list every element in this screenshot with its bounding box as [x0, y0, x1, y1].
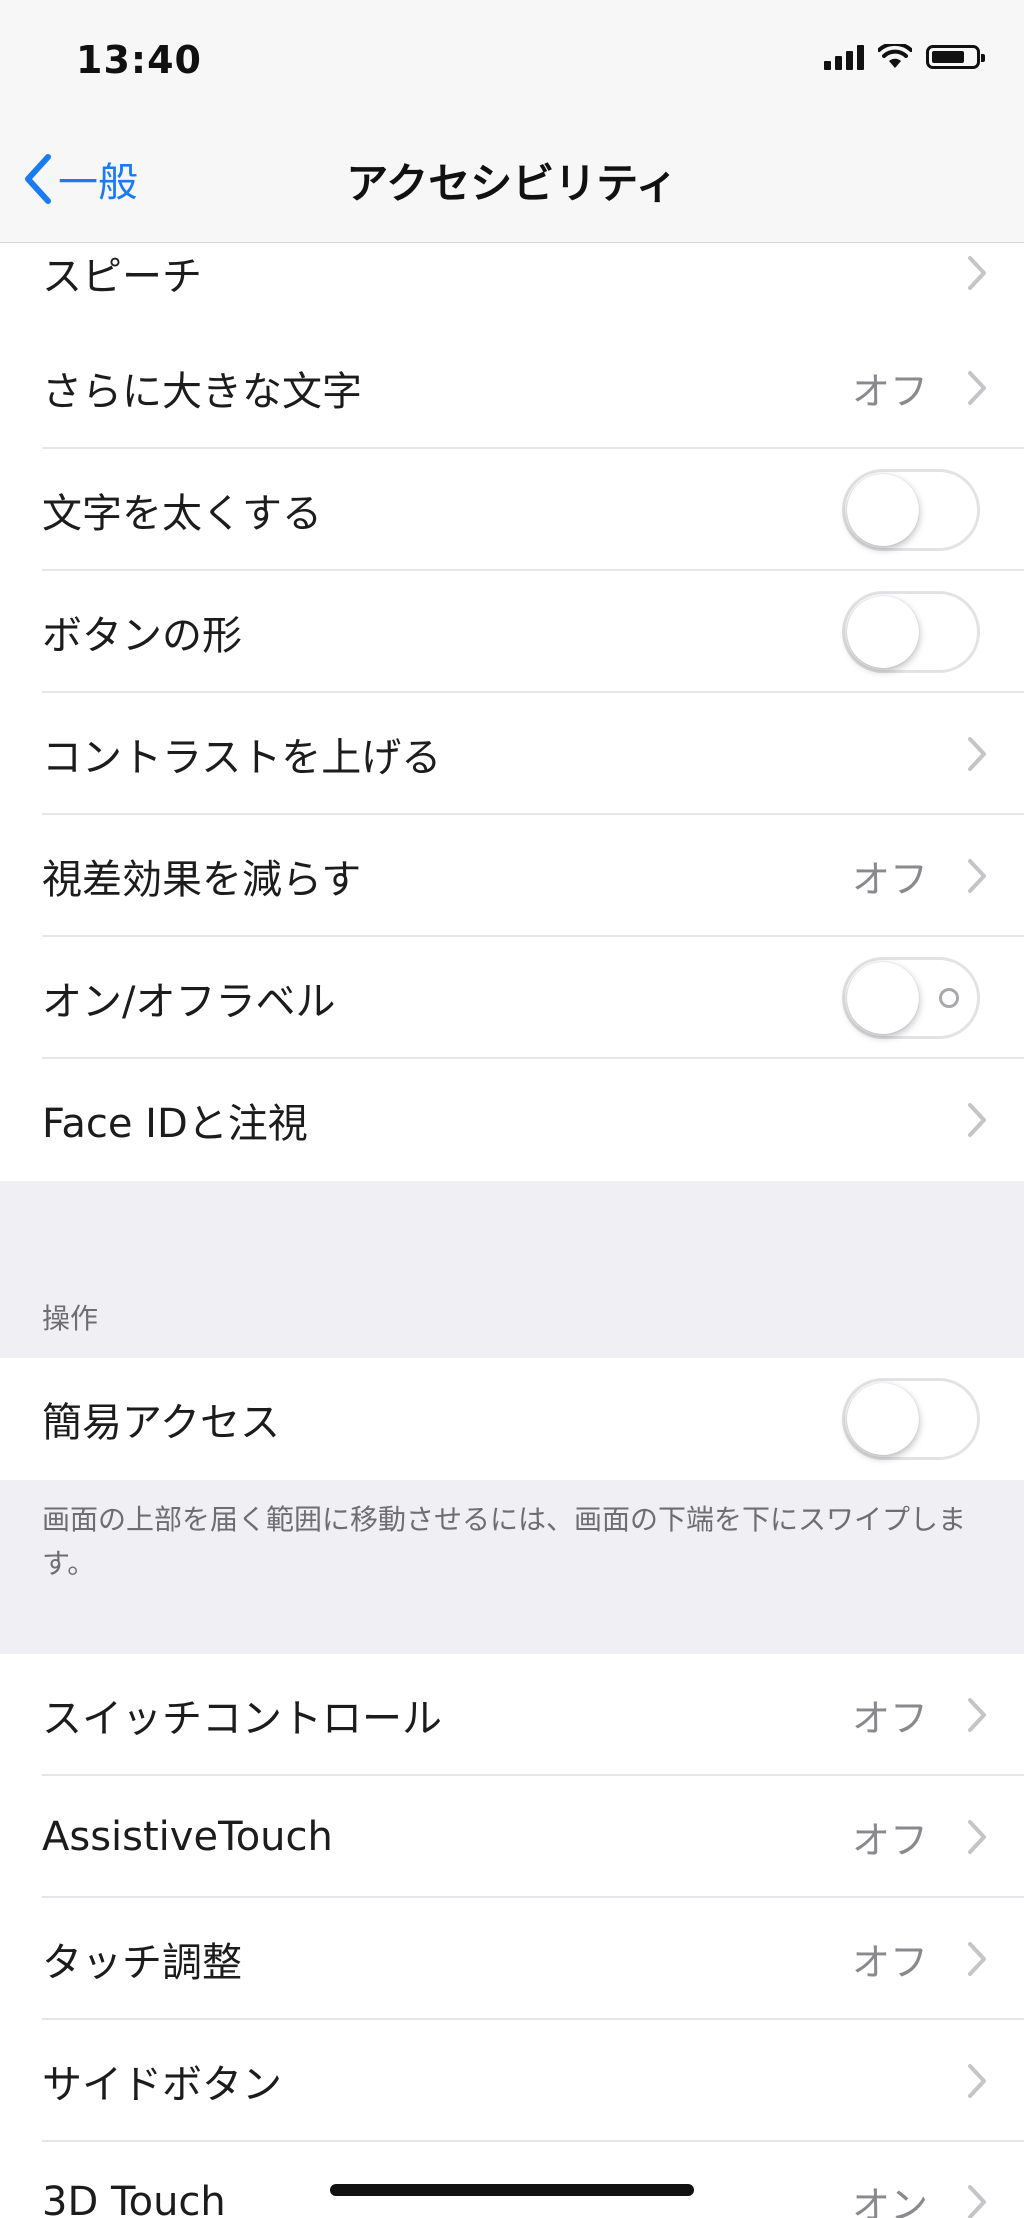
row-value: オフ — [851, 1696, 928, 1741]
row-increase-contrast[interactable]: コントラストを上げる — [0, 693, 1024, 815]
status-icons — [824, 44, 985, 70]
row-touch-accommodations[interactable]: タッチ調整 オフ — [0, 1898, 1024, 2020]
row-label: さらに大きな文字 — [42, 369, 362, 415]
chevron-right-icon — [968, 1820, 986, 1854]
row-side-button[interactable]: サイドボタン — [0, 2020, 1024, 2142]
row-assistivetouch[interactable]: AssistiveTouch オフ — [0, 1776, 1024, 1898]
row-label: タッチ調整 — [42, 1940, 242, 1986]
section-header-interaction: 操作 — [42, 1302, 99, 1335]
row-value: オフ — [851, 369, 928, 414]
chevron-right-icon — [968, 371, 986, 405]
on-off-labels-toggle[interactable] — [842, 957, 980, 1039]
row-label: スイッチコントロール — [42, 1696, 442, 1742]
chevron-right-icon — [968, 1103, 986, 1137]
row-label: 文字を太くする — [42, 491, 322, 537]
status-time: 13:40 — [76, 38, 202, 82]
cellular-signal-icon — [824, 44, 864, 70]
reachability-footer-note: 画面の上部を届く範囲に移動させるには、画面の下端を下にスワイプします。 — [42, 1503, 967, 1580]
section-gap — [0, 1181, 1024, 1358]
off-label-icon — [939, 988, 959, 1008]
row-reduce-motion[interactable]: 視差効果を減らす オフ — [0, 815, 1024, 937]
battery-icon — [926, 45, 985, 69]
chevron-right-icon — [968, 2064, 986, 2098]
row-label: 3D Touch — [42, 2179, 226, 2218]
bold-text-toggle[interactable] — [842, 469, 980, 551]
chevron-right-icon — [968, 256, 986, 290]
row-bold-text: 文字を太くする — [0, 449, 1024, 571]
row-label: コントラストを上げる — [42, 735, 442, 781]
chevron-right-icon — [968, 859, 986, 893]
row-reachability: 簡易アクセス — [0, 1358, 1024, 1480]
row-label: スピーチ — [42, 254, 202, 300]
row-button-shapes: ボタンの形 — [0, 571, 1024, 693]
row-label: ボタンの形 — [42, 613, 242, 659]
row-3d-touch[interactable]: 3D Touch オン — [0, 2142, 1024, 2218]
row-value: オフ — [851, 1940, 928, 1985]
page-title: アクセシビリティ — [346, 159, 678, 208]
row-value: オフ — [851, 1818, 928, 1863]
button-shapes-toggle[interactable] — [842, 591, 980, 673]
row-label: 簡易アクセス — [42, 1400, 280, 1446]
row-label: サイドボタン — [42, 2062, 282, 2108]
chevron-right-icon — [968, 1942, 986, 1976]
home-indicator[interactable] — [330, 2184, 694, 2196]
row-larger-text[interactable]: さらに大きな文字 オフ — [0, 327, 1024, 449]
row-face-id-attention[interactable]: Face IDと注視 — [0, 1059, 1024, 1181]
navigation-header: 13:40 一般 アクセシビリティ — [0, 0, 1024, 243]
chevron-right-icon — [968, 2185, 986, 2218]
wifi-icon — [878, 44, 912, 68]
chevron-right-icon — [968, 737, 986, 771]
reachability-toggle[interactable] — [842, 1378, 980, 1460]
row-label: AssistiveTouch — [42, 1814, 333, 1860]
row-label: Face IDと注視 — [42, 1101, 308, 1147]
row-label: 視差効果を減らす — [42, 857, 362, 903]
row-switch-control[interactable]: スイッチコントロール オフ — [0, 1654, 1024, 1776]
chevron-right-icon — [968, 1698, 986, 1732]
row-on-off-labels: オン/オフラベル — [0, 937, 1024, 1059]
row-value: オフ — [851, 857, 928, 902]
row-label: オン/オフラベル — [42, 979, 336, 1025]
row-value: オン — [851, 2183, 928, 2218]
